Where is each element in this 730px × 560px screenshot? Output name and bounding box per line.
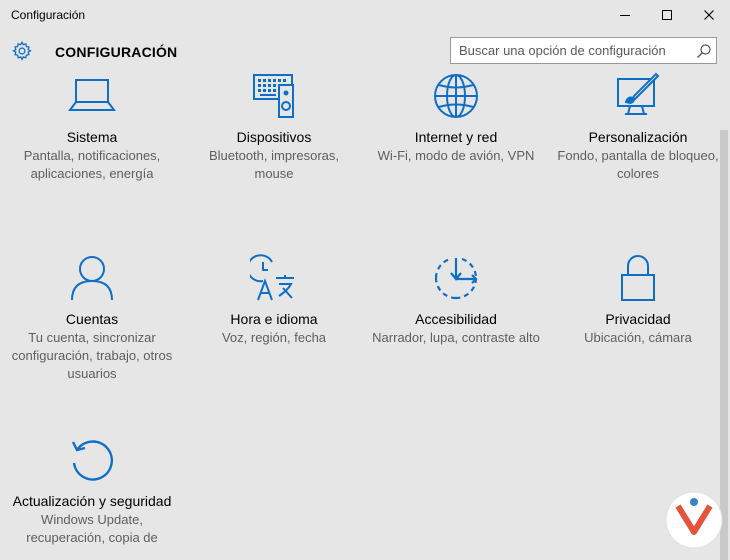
tile-name: Hora e idioma: [230, 311, 318, 327]
laptop-icon: [68, 79, 116, 111]
tile-description: Bluetooth, impresoras, mouse: [208, 148, 340, 181]
time-language-icon: [250, 254, 294, 301]
tile-description: Pantalla, notificaciones, aplicaciones, …: [23, 148, 161, 181]
search-box[interactable]: [450, 37, 717, 64]
tile-privacidad[interactable]: Privacidad Ubicación, cámara: [553, 254, 723, 347]
tile-description: Windows Update, recuperación, copia de: [26, 512, 158, 545]
tile-name: Cuentas: [65, 311, 119, 327]
tile-description: Ubicación, cámara: [584, 330, 692, 345]
lock-icon: [621, 255, 655, 301]
tile-name: Personalización: [588, 129, 688, 145]
tile-sistema[interactable]: Sistema Pantalla, notificaciones, aplica…: [7, 72, 177, 183]
minimize-button[interactable]: [602, 0, 648, 30]
tile-description: Wi-Fi, modo de avión, VPN: [377, 148, 535, 163]
update-icon: [71, 440, 114, 481]
minimize-icon: [620, 15, 630, 16]
personalization-icon: [617, 72, 660, 115]
tile-name: Accesibilidad: [415, 311, 497, 327]
search-icon[interactable]: [695, 42, 713, 60]
tile-description: Fondo, pantalla de bloqueo, colores: [557, 148, 719, 181]
devices-icon: [253, 74, 294, 118]
tile-name: Sistema: [66, 129, 118, 145]
page-title: CONFIGURACIÓN: [55, 44, 178, 60]
tile-description: Voz, región, fecha: [221, 330, 327, 345]
tile-name: Dispositivos: [236, 129, 312, 145]
maximize-button[interactable]: [644, 0, 690, 30]
tile-dispositivos[interactable]: Dispositivos Bluetooth, impresoras, mous…: [189, 72, 359, 183]
globe-icon: [434, 74, 478, 118]
tile-description: Tu cuenta, sincronizar configuración, tr…: [11, 330, 173, 381]
tile-description: Narrador, lupa, contraste alto: [372, 330, 540, 345]
maximize-icon: [662, 10, 672, 20]
close-button[interactable]: [686, 0, 730, 30]
settings-header: CONFIGURACIÓN: [0, 30, 730, 72]
watermark-logo-icon: [665, 491, 723, 549]
title-bar: Configuración: [0, 0, 730, 30]
tile-name: Privacidad: [605, 311, 671, 327]
window-title: Configuración: [11, 8, 86, 22]
tile-internet-y-red[interactable]: Internet y red Wi-Fi, modo de avión, VPN: [371, 72, 541, 165]
tile-cuentas[interactable]: Cuentas Tu cuenta, sincronizar configura…: [7, 254, 177, 383]
tile-personalizacion[interactable]: Personalización Fondo, pantalla de bloqu…: [553, 72, 723, 183]
tile-name: Actualización y seguridad: [12, 493, 172, 509]
accessibility-icon: [434, 257, 478, 300]
tile-accesibilidad[interactable]: Accesibilidad Narrador, lupa, contraste …: [371, 254, 541, 347]
close-icon: [704, 10, 714, 20]
gear-icon: [12, 40, 32, 61]
search-input[interactable]: [451, 38, 689, 63]
person-icon: [71, 256, 113, 301]
tile-hora-e-idioma[interactable]: Hora e idioma Voz, región, fecha: [189, 254, 359, 347]
tile-actualizacion-y-seguridad[interactable]: Actualización y seguridad Windows Update…: [7, 436, 177, 547]
tile-name: Internet y red: [414, 129, 498, 145]
